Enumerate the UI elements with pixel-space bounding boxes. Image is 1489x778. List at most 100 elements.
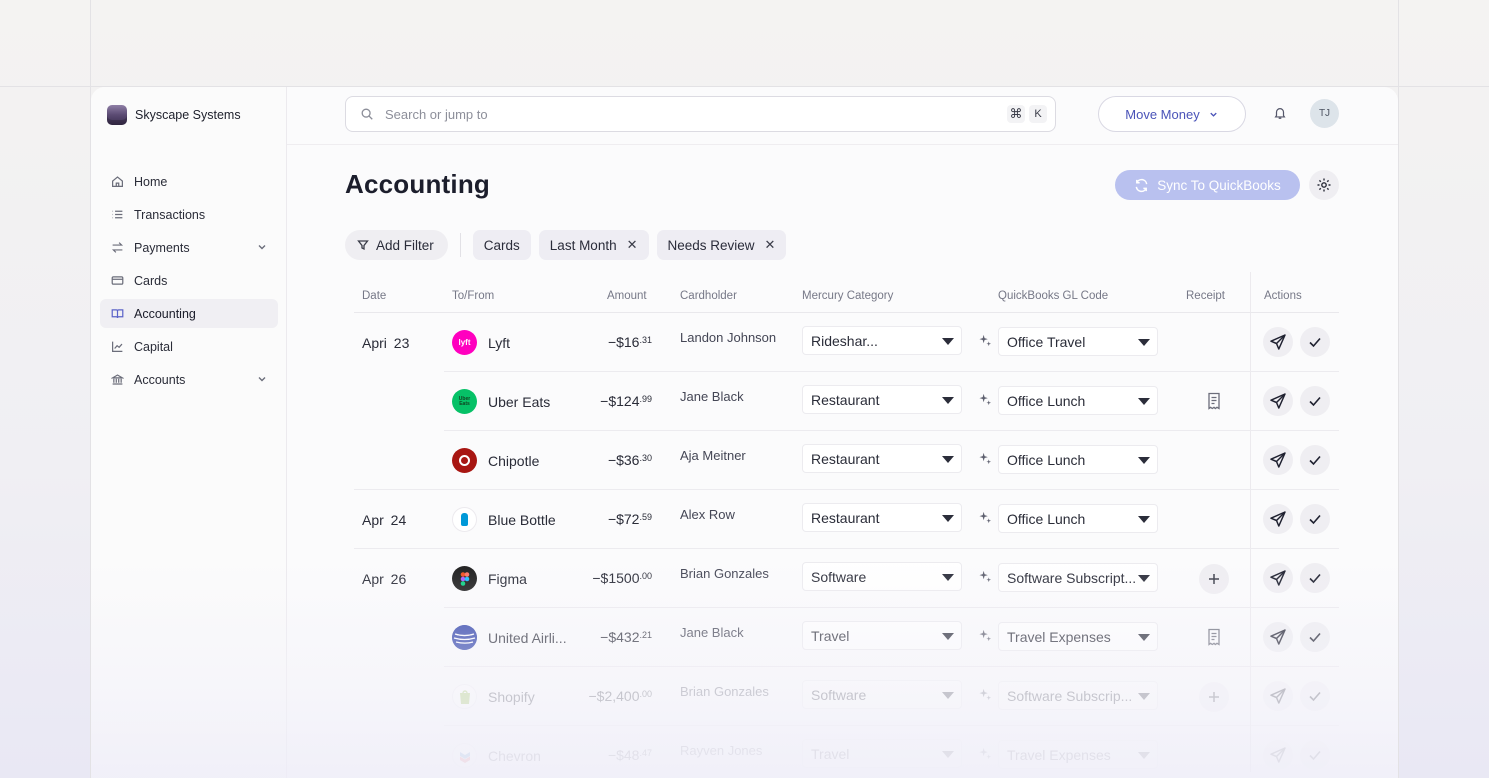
send-button[interactable] <box>1263 386 1293 416</box>
filter-chip-last-month[interactable]: Last Month ✕ <box>538 230 649 260</box>
merchant-name[interactable]: Shopify <box>488 689 535 705</box>
send-button[interactable] <box>1263 740 1293 770</box>
sidebar-item-label: Cards <box>134 273 168 288</box>
sidebar-item-cards[interactable]: Cards <box>100 266 278 295</box>
gl-code-select[interactable]: Office Lunch <box>998 504 1158 533</box>
gl-code-value: Software Subscrip... <box>1007 687 1133 704</box>
approve-button[interactable] <box>1300 622 1330 652</box>
org-switcher[interactable]: Skyscape Systems <box>107 105 241 125</box>
sync-to-quickbooks-button[interactable]: Sync To QuickBooks <box>1115 170 1300 200</box>
approve-button[interactable] <box>1300 386 1330 416</box>
gl-code-select[interactable]: Software Subscrip... <box>998 681 1158 710</box>
mercury-category-select[interactable]: Travel <box>802 621 962 650</box>
gl-code-select[interactable]: Travel Expenses <box>998 740 1158 769</box>
add-receipt-button[interactable] <box>1199 682 1229 712</box>
approve-button[interactable] <box>1300 504 1330 534</box>
sidebar-item-transactions[interactable]: Transactions <box>100 200 278 229</box>
send-icon <box>1270 629 1286 645</box>
close-icon[interactable]: ✕ <box>627 237 638 253</box>
column-header-mercury-category[interactable]: Mercury Category <box>802 290 893 302</box>
bell-icon[interactable] <box>1273 106 1287 120</box>
amount-main: −$1500 <box>592 570 640 586</box>
sidebar-item-accounts[interactable]: Accounts <box>100 365 278 394</box>
mercury-category-select[interactable]: Software <box>802 562 962 591</box>
column-header-cardholder[interactable]: Cardholder <box>680 290 737 302</box>
shortcut-command-key: ⌘ <box>1007 105 1025 123</box>
table-row[interactable]: Apr 24 Blue Bottle −$72.59 Alex Row Restaura… <box>354 490 1339 549</box>
merchant-name[interactable]: United Airli... <box>488 630 567 646</box>
dropdown-arrow-icon <box>942 574 954 581</box>
gl-code-select[interactable]: Office Lunch <box>998 386 1158 415</box>
send-button[interactable] <box>1263 563 1293 593</box>
merchant-name[interactable]: Figma <box>488 571 527 587</box>
mercury-category-select[interactable]: Restaurant <box>802 385 962 414</box>
merchant-name[interactable]: Lyft <box>488 335 510 351</box>
amount-main: −$2,400 <box>588 688 640 704</box>
transaction-amount: −$124.99 <box>600 393 652 409</box>
approve-button[interactable] <box>1300 740 1330 770</box>
search-input[interactable] <box>385 106 985 122</box>
column-header-date[interactable]: Date <box>362 290 386 302</box>
add-receipt-button[interactable] <box>1199 564 1229 594</box>
table-row[interactable]: Apr 26 Figma −$1500.00 Brian Gonzales Softwa… <box>354 549 1339 608</box>
mercury-category-select[interactable]: Rideshar... <box>802 326 962 355</box>
table-row[interactable]: Chipotle −$36.30 Aja Meitner Restaurant Offi… <box>354 431 1339 490</box>
send-button[interactable] <box>1263 445 1293 475</box>
cardholder-name: Rayven Jones <box>680 743 763 758</box>
gl-code-select[interactable]: Software Subscript... <box>998 563 1158 592</box>
column-header-to-from[interactable]: To/From <box>452 290 494 302</box>
merchant-logo-united-airlines <box>452 625 477 650</box>
table-row[interactable]: Apri 23 lyft Lyft −$16.31 Landon Johnson Ride… <box>354 313 1339 372</box>
approve-button[interactable] <box>1300 563 1330 593</box>
filter-chip-cards[interactable]: Cards <box>472 230 531 260</box>
column-header-gl-code[interactable]: QuickBooks GL Code <box>998 290 1108 302</box>
merchant-name[interactable]: Blue Bottle <box>488 512 556 528</box>
approve-button[interactable] <box>1300 327 1330 357</box>
table-row[interactable]: Chevron −$48.47 Rayven Jones Travel Travel E… <box>354 726 1339 778</box>
chevron-down-icon[interactable] <box>256 373 268 385</box>
add-filter-button[interactable]: Add Filter <box>345 230 448 260</box>
mercury-category-select[interactable]: Restaurant <box>802 444 962 473</box>
send-button[interactable] <box>1263 681 1293 711</box>
gl-code-select[interactable]: Office Lunch <box>998 445 1158 474</box>
avatar[interactable]: TJ <box>1310 99 1339 128</box>
chevron-down-icon[interactable] <box>256 241 268 253</box>
chart-line-icon <box>110 340 124 354</box>
check-icon <box>1309 691 1321 702</box>
receipt-icon[interactable] <box>1206 628 1222 646</box>
search-bar[interactable]: ⌘ K <box>345 96 1056 132</box>
sidebar-item-accounting[interactable]: Accounting <box>100 299 278 328</box>
transaction-amount: −$16.31 <box>608 334 652 350</box>
sidebar-item-capital[interactable]: Capital <box>100 332 278 361</box>
gl-code-select[interactable]: Office Travel <box>998 327 1158 356</box>
send-button[interactable] <box>1263 622 1293 652</box>
mercury-category-select[interactable]: Software <box>802 680 962 709</box>
mercury-category-select[interactable]: Travel <box>802 739 962 768</box>
filter-chip-needs-review[interactable]: Needs Review ✕ <box>656 230 787 260</box>
sidebar-item-home[interactable]: Home <box>100 167 278 196</box>
list-icon <box>110 208 124 222</box>
table-row[interactable]: United Airli... −$432.21 Jane Black Travel T… <box>354 608 1339 667</box>
column-header-receipt: Receipt <box>1186 290 1225 302</box>
move-money-button[interactable]: Move Money <box>1098 96 1246 132</box>
merchant-name[interactable]: Uber Eats <box>488 394 550 410</box>
dropdown-arrow-icon <box>1138 398 1150 405</box>
guide-line-right <box>1398 0 1399 778</box>
merchant-name[interactable]: Chipotle <box>488 453 539 469</box>
dropdown-arrow-icon <box>942 751 954 758</box>
receipt-icon[interactable] <box>1206 392 1222 410</box>
send-button[interactable] <box>1263 504 1293 534</box>
approve-button[interactable] <box>1300 445 1330 475</box>
settings-button[interactable] <box>1309 170 1339 200</box>
approve-button[interactable] <box>1300 681 1330 711</box>
table-row[interactable]: Uber Eats Uber Eats −$124.99 Jane Black Resta… <box>354 372 1339 431</box>
close-icon[interactable]: ✕ <box>765 237 776 253</box>
merchant-name[interactable]: Chevron <box>488 748 541 764</box>
sidebar-item-label: Accounting <box>134 306 196 321</box>
mercury-category-select[interactable]: Restaurant <box>802 503 962 532</box>
table-row[interactable]: Shopify −$2,400.00 Brian Gonzales Software S… <box>354 667 1339 726</box>
column-header-amount[interactable]: Amount <box>607 290 647 302</box>
send-button[interactable] <box>1263 327 1293 357</box>
sidebar-item-payments[interactable]: Payments <box>100 233 278 262</box>
gl-code-select[interactable]: Travel Expenses <box>998 622 1158 651</box>
